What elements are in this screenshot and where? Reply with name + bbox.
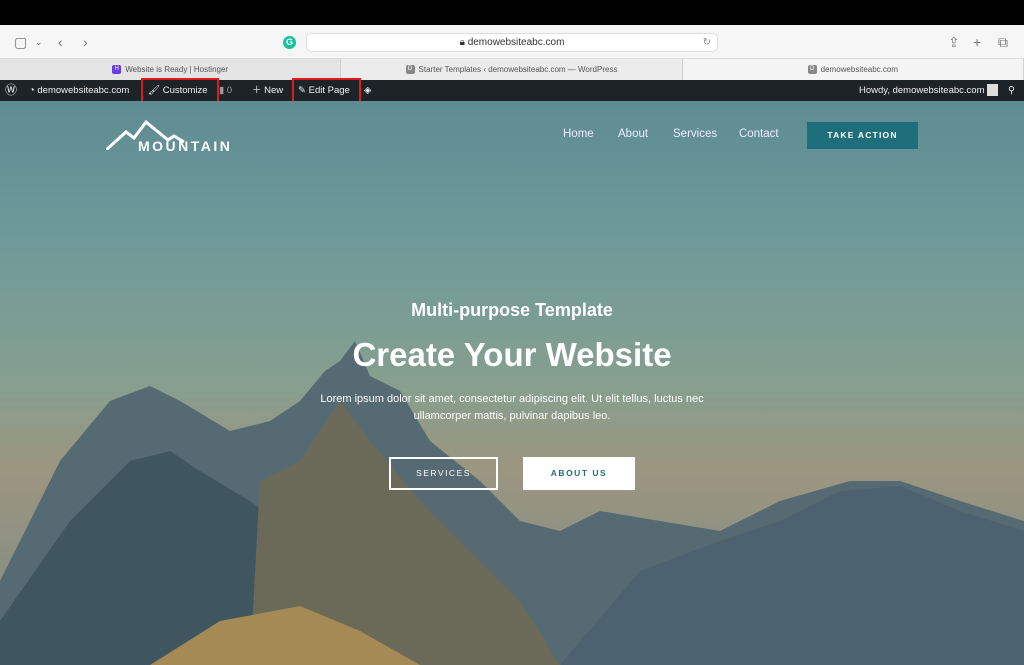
take-action-button[interactable]: TAKE ACTION bbox=[807, 122, 918, 149]
site-favicon-icon: D bbox=[807, 65, 817, 75]
howdy-account[interactable]: Howdy, demowebsiteabc.com bbox=[859, 80, 999, 101]
tab-site[interactable]: Ddemowebsiteabc.com bbox=[682, 59, 1024, 80]
forward-icon[interactable]: › bbox=[83, 34, 88, 50]
admin-site-link[interactable]: ◔ demowebsiteabc.com bbox=[29, 80, 129, 101]
plus-icon: ＋ bbox=[252, 85, 265, 96]
nav-services[interactable]: Services bbox=[673, 128, 717, 140]
lock-icon: 🔒︎ bbox=[459, 37, 468, 48]
url-text: demowebsiteabc.com bbox=[467, 37, 565, 48]
tab-bar: H Website is Ready | Hostinger D Starter T… bbox=[0, 59, 1024, 80]
diamond-icon[interactable]: ◈ bbox=[364, 80, 371, 101]
reload-icon[interactable]: ↻ bbox=[703, 34, 711, 51]
tab-hostinger[interactable]: H Website is Ready | Hostinger bbox=[0, 59, 342, 80]
sidebar-icon[interactable]: ▢ bbox=[14, 34, 27, 51]
about-us-button[interactable]: ABOUT US bbox=[523, 457, 635, 490]
new-label: New bbox=[264, 85, 284, 96]
wordpress-icon[interactable]: Ⓦ bbox=[5, 80, 17, 101]
site-favicon-icon: D bbox=[405, 65, 415, 75]
tabs-overview-icon[interactable]: ⧉ bbox=[998, 34, 1008, 51]
services-button[interactable]: SERVICES bbox=[389, 457, 498, 490]
tab-starter-templates[interactable]: D Starter Templates ‹ demowebsiteabc.com … bbox=[341, 59, 683, 80]
tab-label: Starter Templates ‹ demowebsiteabc.com —… bbox=[418, 65, 618, 74]
hero-title: Create Your Website bbox=[352, 336, 672, 373]
avatar bbox=[987, 84, 999, 97]
nav-contact[interactable]: Contact bbox=[739, 128, 779, 140]
mountain-background bbox=[0, 341, 1024, 665]
hero-section: MOUNTAIN Home About Services Contact TAK… bbox=[0, 101, 1024, 665]
hostinger-favicon-icon: H bbox=[112, 65, 122, 75]
hero-subtitle: Multi-purpose Template bbox=[411, 300, 613, 320]
logo-text: MOUNTAIN bbox=[138, 138, 233, 154]
chevron-down-icon[interactable]: ⌄ bbox=[35, 37, 43, 48]
comment-count: 0 bbox=[226, 85, 233, 96]
address-bar[interactable]: 🔒︎ demowebsiteabc.com ↻ bbox=[306, 33, 718, 52]
share-icon[interactable]: ⇪ bbox=[948, 34, 960, 51]
tab-label: demowebsiteabc.com bbox=[820, 65, 898, 74]
new-link[interactable]: ＋ New bbox=[252, 80, 283, 101]
site-label: demowebsiteabc.com bbox=[37, 85, 130, 96]
comment-icon: ▮ bbox=[219, 85, 227, 96]
howdy-label: Howdy, demowebsiteabc.com bbox=[859, 85, 985, 96]
grammarly-icon[interactable]: G bbox=[283, 36, 296, 49]
screen-top-bar bbox=[0, 0, 1024, 25]
search-icon[interactable]: ⚲ bbox=[1008, 80, 1015, 101]
nav-home[interactable]: Home bbox=[563, 128, 594, 140]
comments-link[interactable]: ▮ 0 bbox=[219, 80, 232, 101]
back-icon[interactable]: ‹ bbox=[58, 34, 63, 50]
new-tab-icon[interactable]: + bbox=[973, 34, 981, 50]
nav-about[interactable]: About bbox=[618, 128, 648, 140]
hero-description: Lorem ipsum dolor sit amet, consectetur … bbox=[320, 393, 704, 422]
tab-label: Website is Ready | Hostinger bbox=[125, 65, 229, 74]
